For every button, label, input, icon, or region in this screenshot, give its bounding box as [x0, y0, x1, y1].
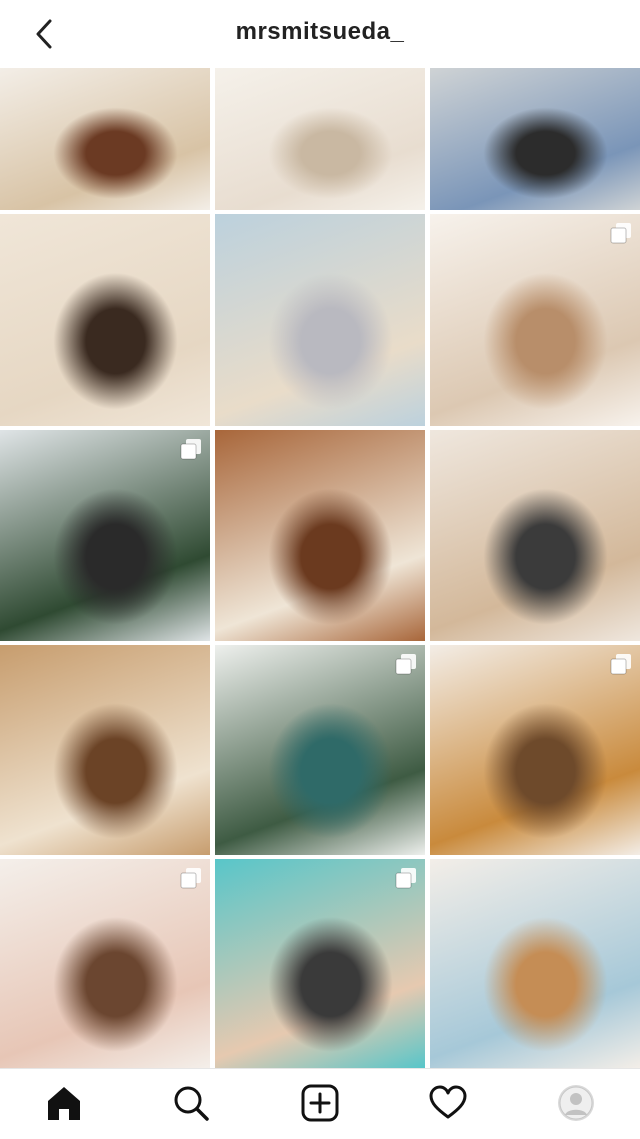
tab-create[interactable] — [300, 1083, 340, 1123]
post-family-snow[interactable] — [0, 430, 210, 641]
tab-home[interactable] — [44, 1083, 84, 1123]
post-gift-box[interactable] — [430, 645, 640, 855]
post-mirror-selfie[interactable] — [430, 430, 640, 641]
profile-username: mrsmitsueda_ — [235, 18, 405, 45]
plus-square-icon — [301, 1084, 339, 1122]
post-nursery-closet[interactable] — [430, 214, 640, 426]
multiple-photos-icon — [610, 654, 631, 675]
multiple-photos-icon — [180, 868, 201, 889]
post-bed-pillow[interactable] — [215, 68, 425, 210]
multiple-photos-icon — [180, 439, 201, 460]
post-toddler-baby[interactable] — [0, 859, 210, 1068]
post-living-room-tree[interactable] — [0, 645, 210, 855]
post-mirror-bump[interactable] — [0, 68, 210, 210]
tab-profile[interactable] — [556, 1083, 596, 1123]
post-beach-sitting[interactable] — [215, 214, 425, 426]
multiple-photos-icon — [395, 868, 416, 889]
post-grid — [0, 68, 640, 1068]
post-bedroom-pose[interactable] — [0, 214, 210, 426]
post-couple-car[interactable] — [215, 859, 425, 1068]
post-kids-christmas[interactable] — [215, 645, 425, 855]
heart-icon — [429, 1085, 467, 1119]
multiple-photos-icon — [395, 654, 416, 675]
post-baby-shower[interactable] — [430, 859, 640, 1068]
post-little-brother[interactable] — [215, 430, 425, 641]
tab-activity[interactable] — [428, 1083, 468, 1123]
avatar-icon — [558, 1085, 594, 1121]
home-icon — [48, 1087, 80, 1120]
bottom-tab-bar — [0, 1068, 640, 1139]
multiple-photos-icon — [610, 223, 631, 244]
tab-search[interactable] — [171, 1083, 211, 1123]
search-icon — [174, 1086, 209, 1121]
top-header: mrsmitsueda_ — [0, 0, 640, 68]
post-car-seat[interactable] — [430, 68, 640, 210]
